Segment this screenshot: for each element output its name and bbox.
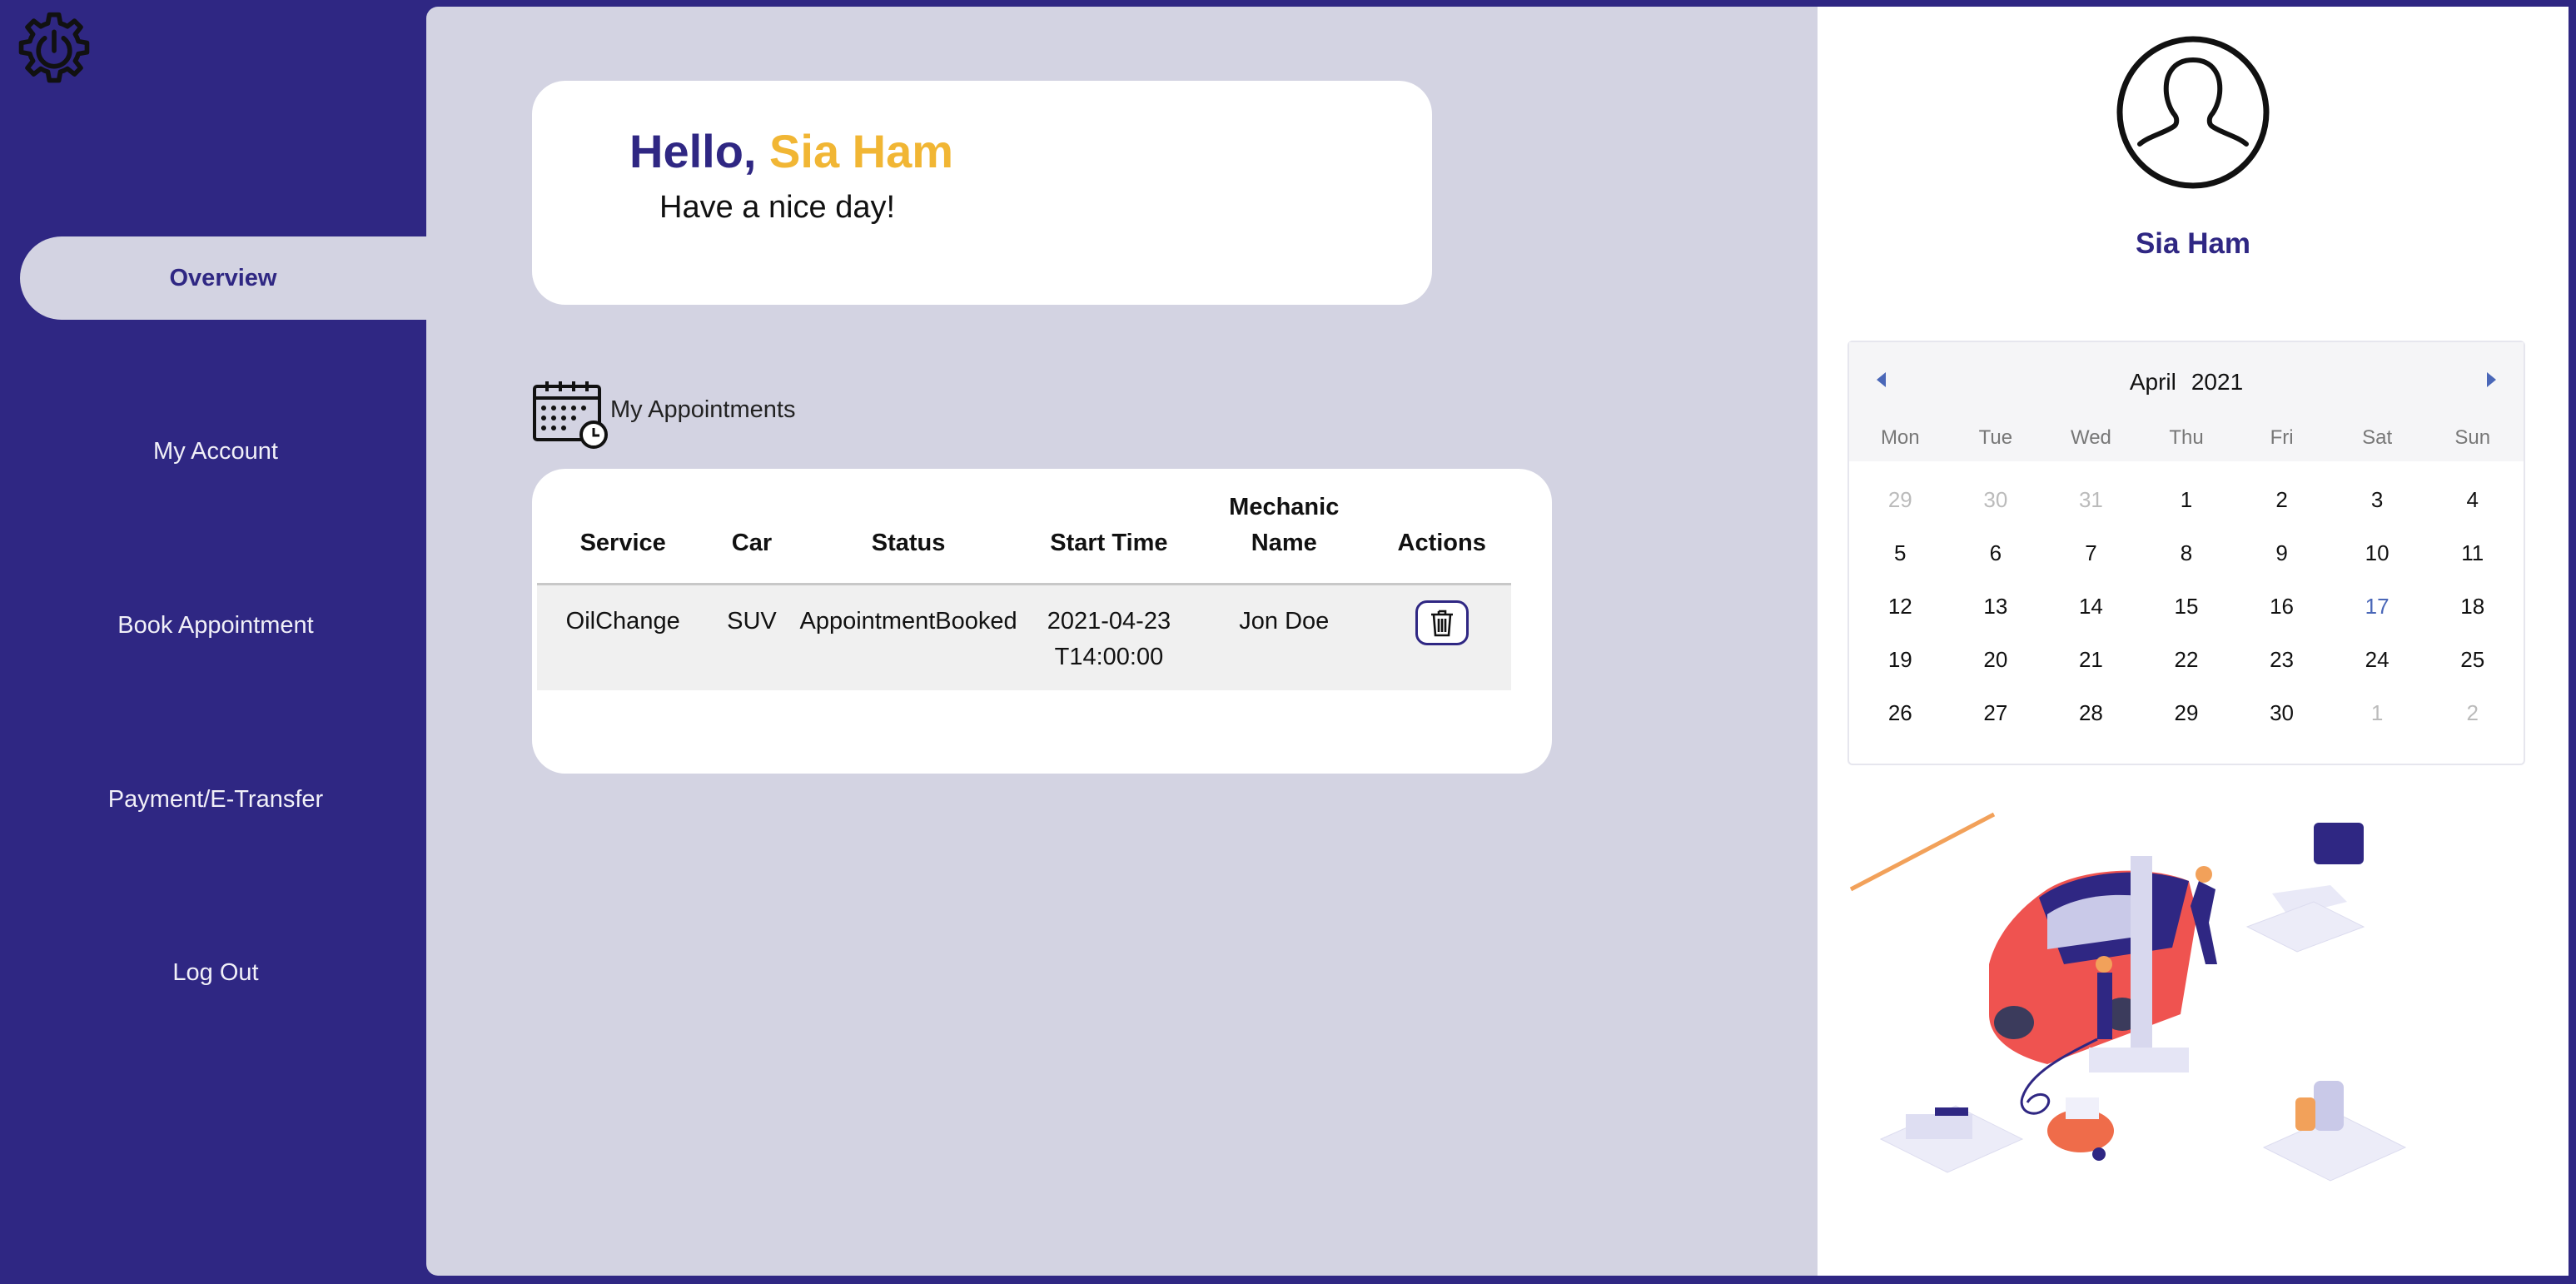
calendar-day[interactable]: 10 [2330,540,2425,594]
calendar-title: April 2021 [1849,369,2524,396]
weekday-label: Tue [1978,426,2013,449]
appointments-title: My Appointments [610,396,796,423]
greeting-subtitle: Have a nice day! [659,190,896,225]
calendar-days: 29 30 31 1 2 3 4 5 6 7 8 9 10 11 12 13 14 15 16 17 18 19 20 21 2… [1852,487,2520,754]
nav-my-account[interactable]: My Account [0,410,431,493]
calendar-day[interactable]: 12 [1852,594,1948,647]
calendar-day[interactable]: 18 [2424,594,2520,647]
col-actions: Actions [1372,479,1511,585]
greeting-heading: Hello, Sia Ham [629,124,953,178]
weekday-label: Mon [1880,426,1920,449]
sidebar: Overview My Account Book Appointment Pay… [0,0,426,1284]
calendar-day[interactable]: 31 [2043,487,2139,540]
cell-car: SUV [709,584,795,690]
calendar-year[interactable]: 2021 [2191,369,2243,395]
appointments-card: Service Car Status Start Time Mechanic N… [532,469,1552,774]
main-panel: Hello, Sia Ham Have a nice day! My Appoi… [426,7,1818,1276]
calendar-day[interactable]: 25 [2424,647,2520,700]
cell-status: AppointmentBooked [794,584,1022,690]
cell-mechanic: Jon Doe [1196,584,1373,690]
trash-icon [1430,610,1453,636]
cell-service: OilChange [537,584,709,690]
nav-overview[interactable]: Overview [20,236,426,320]
col-service: Service [537,479,709,585]
chevron-right-icon[interactable] [2487,372,2496,387]
calendar-day[interactable]: 21 [2043,647,2139,700]
table-header-row: Service Car Status Start Time Mechanic N… [537,479,1511,585]
calendar-day[interactable]: 24 [2330,647,2425,700]
weekday-label: Wed [2070,426,2111,449]
gear-power-logo-icon[interactable] [15,10,93,88]
calendar-day[interactable]: 2 [2424,700,2520,754]
greeting-card: Hello, Sia Ham Have a nice day! [532,81,1432,305]
calendar-day[interactable]: 7 [2043,540,2139,594]
car-service-illustration [1849,812,2407,1182]
appointments-header: My Appointments [532,380,795,450]
calendar-day[interactable]: 9 [2234,540,2330,594]
calendar-day[interactable]: 26 [1852,700,1948,754]
greeting-hello: Hello, [629,125,757,177]
nav-log-out-label: Log Out [172,958,259,986]
calendar-day[interactable]: 4 [2424,487,2520,540]
weekday-label: Sat [2362,426,2393,449]
calendar-day[interactable]: 30 [1948,487,2044,540]
nav-payment[interactable]: Payment/E-Transfer [0,758,431,841]
calendar-day[interactable]: 5 [1852,540,1948,594]
calendar-day[interactable]: 11 [2424,540,2520,594]
col-car: Car [709,479,795,585]
calendar-day[interactable]: 1 [2139,487,2235,540]
calendar-day[interactable]: 14 [2043,594,2139,647]
col-start-time: Start Time [1022,479,1196,585]
calendar-day[interactable]: 20 [1948,647,2044,700]
calendar-day[interactable]: 8 [2139,540,2235,594]
profile-name: Sia Ham [2135,227,2251,260]
nav-book-appointment[interactable]: Book Appointment [0,584,431,667]
right-panel: Sia Ham April 2021 Mon Tue Wed Thu Fri Sa… [1818,7,2569,1276]
delete-appointment-button[interactable] [1415,600,1469,645]
calendar-weekdays: Mon Tue Wed Thu Fri Sat Sun [1849,426,2524,450]
calendar-month[interactable]: April [2130,369,2176,395]
calendar-day[interactable]: 23 [2234,647,2330,700]
nav-overview-label: Overview [169,264,277,291]
calendar-day[interactable]: 2 [2234,487,2330,540]
calendar-day[interactable]: 27 [1948,700,2044,754]
calendar-day[interactable]: 19 [1852,647,1948,700]
calendar-day-today[interactable]: 17 [2330,594,2425,647]
greeting-name: Sia Ham [769,125,954,177]
nav-book-appointment-label: Book Appointment [117,611,314,639]
calendar-day[interactable]: 3 [2330,487,2425,540]
calendar-day[interactable]: 30 [2234,700,2330,754]
calendar-widget: April 2021 Mon Tue Wed Thu Fri Sat Sun 29… [1847,341,2525,765]
table-row: OilChange SUV AppointmentBooked 2021-04-… [537,584,1511,690]
user-silhouette-icon[interactable] [2116,35,2270,190]
calendar-day[interactable]: 6 [1948,540,2044,594]
cell-actions [1372,584,1511,690]
calendar-day[interactable]: 16 [2234,594,2330,647]
calendar-day[interactable]: 28 [2043,700,2139,754]
calendar-day[interactable]: 15 [2139,594,2235,647]
calendar-day[interactable]: 29 [2139,700,2235,754]
calendar-day[interactable]: 1 [2330,700,2425,754]
appointments-table: Service Car Status Start Time Mechanic N… [537,479,1511,690]
weekday-label: Sun [2454,426,2491,449]
calendar-clock-icon [533,381,608,449]
calendar-day[interactable]: 22 [2139,647,2235,700]
weekday-label: Thu [2169,426,2204,449]
calendar-day[interactable]: 29 [1852,487,1948,540]
nav-payment-label: Payment/E-Transfer [107,785,324,813]
calendar-day[interactable]: 13 [1948,594,2044,647]
weekday-label: Fri [2270,426,2294,449]
cell-start-time: 2021-04-23T14:00:00 [1022,584,1196,690]
col-status: Status [794,479,1022,585]
nav-log-out[interactable]: Log Out [0,931,431,1014]
col-mechanic-name: Mechanic Name [1196,479,1373,585]
nav-my-account-label: My Account [153,437,278,465]
